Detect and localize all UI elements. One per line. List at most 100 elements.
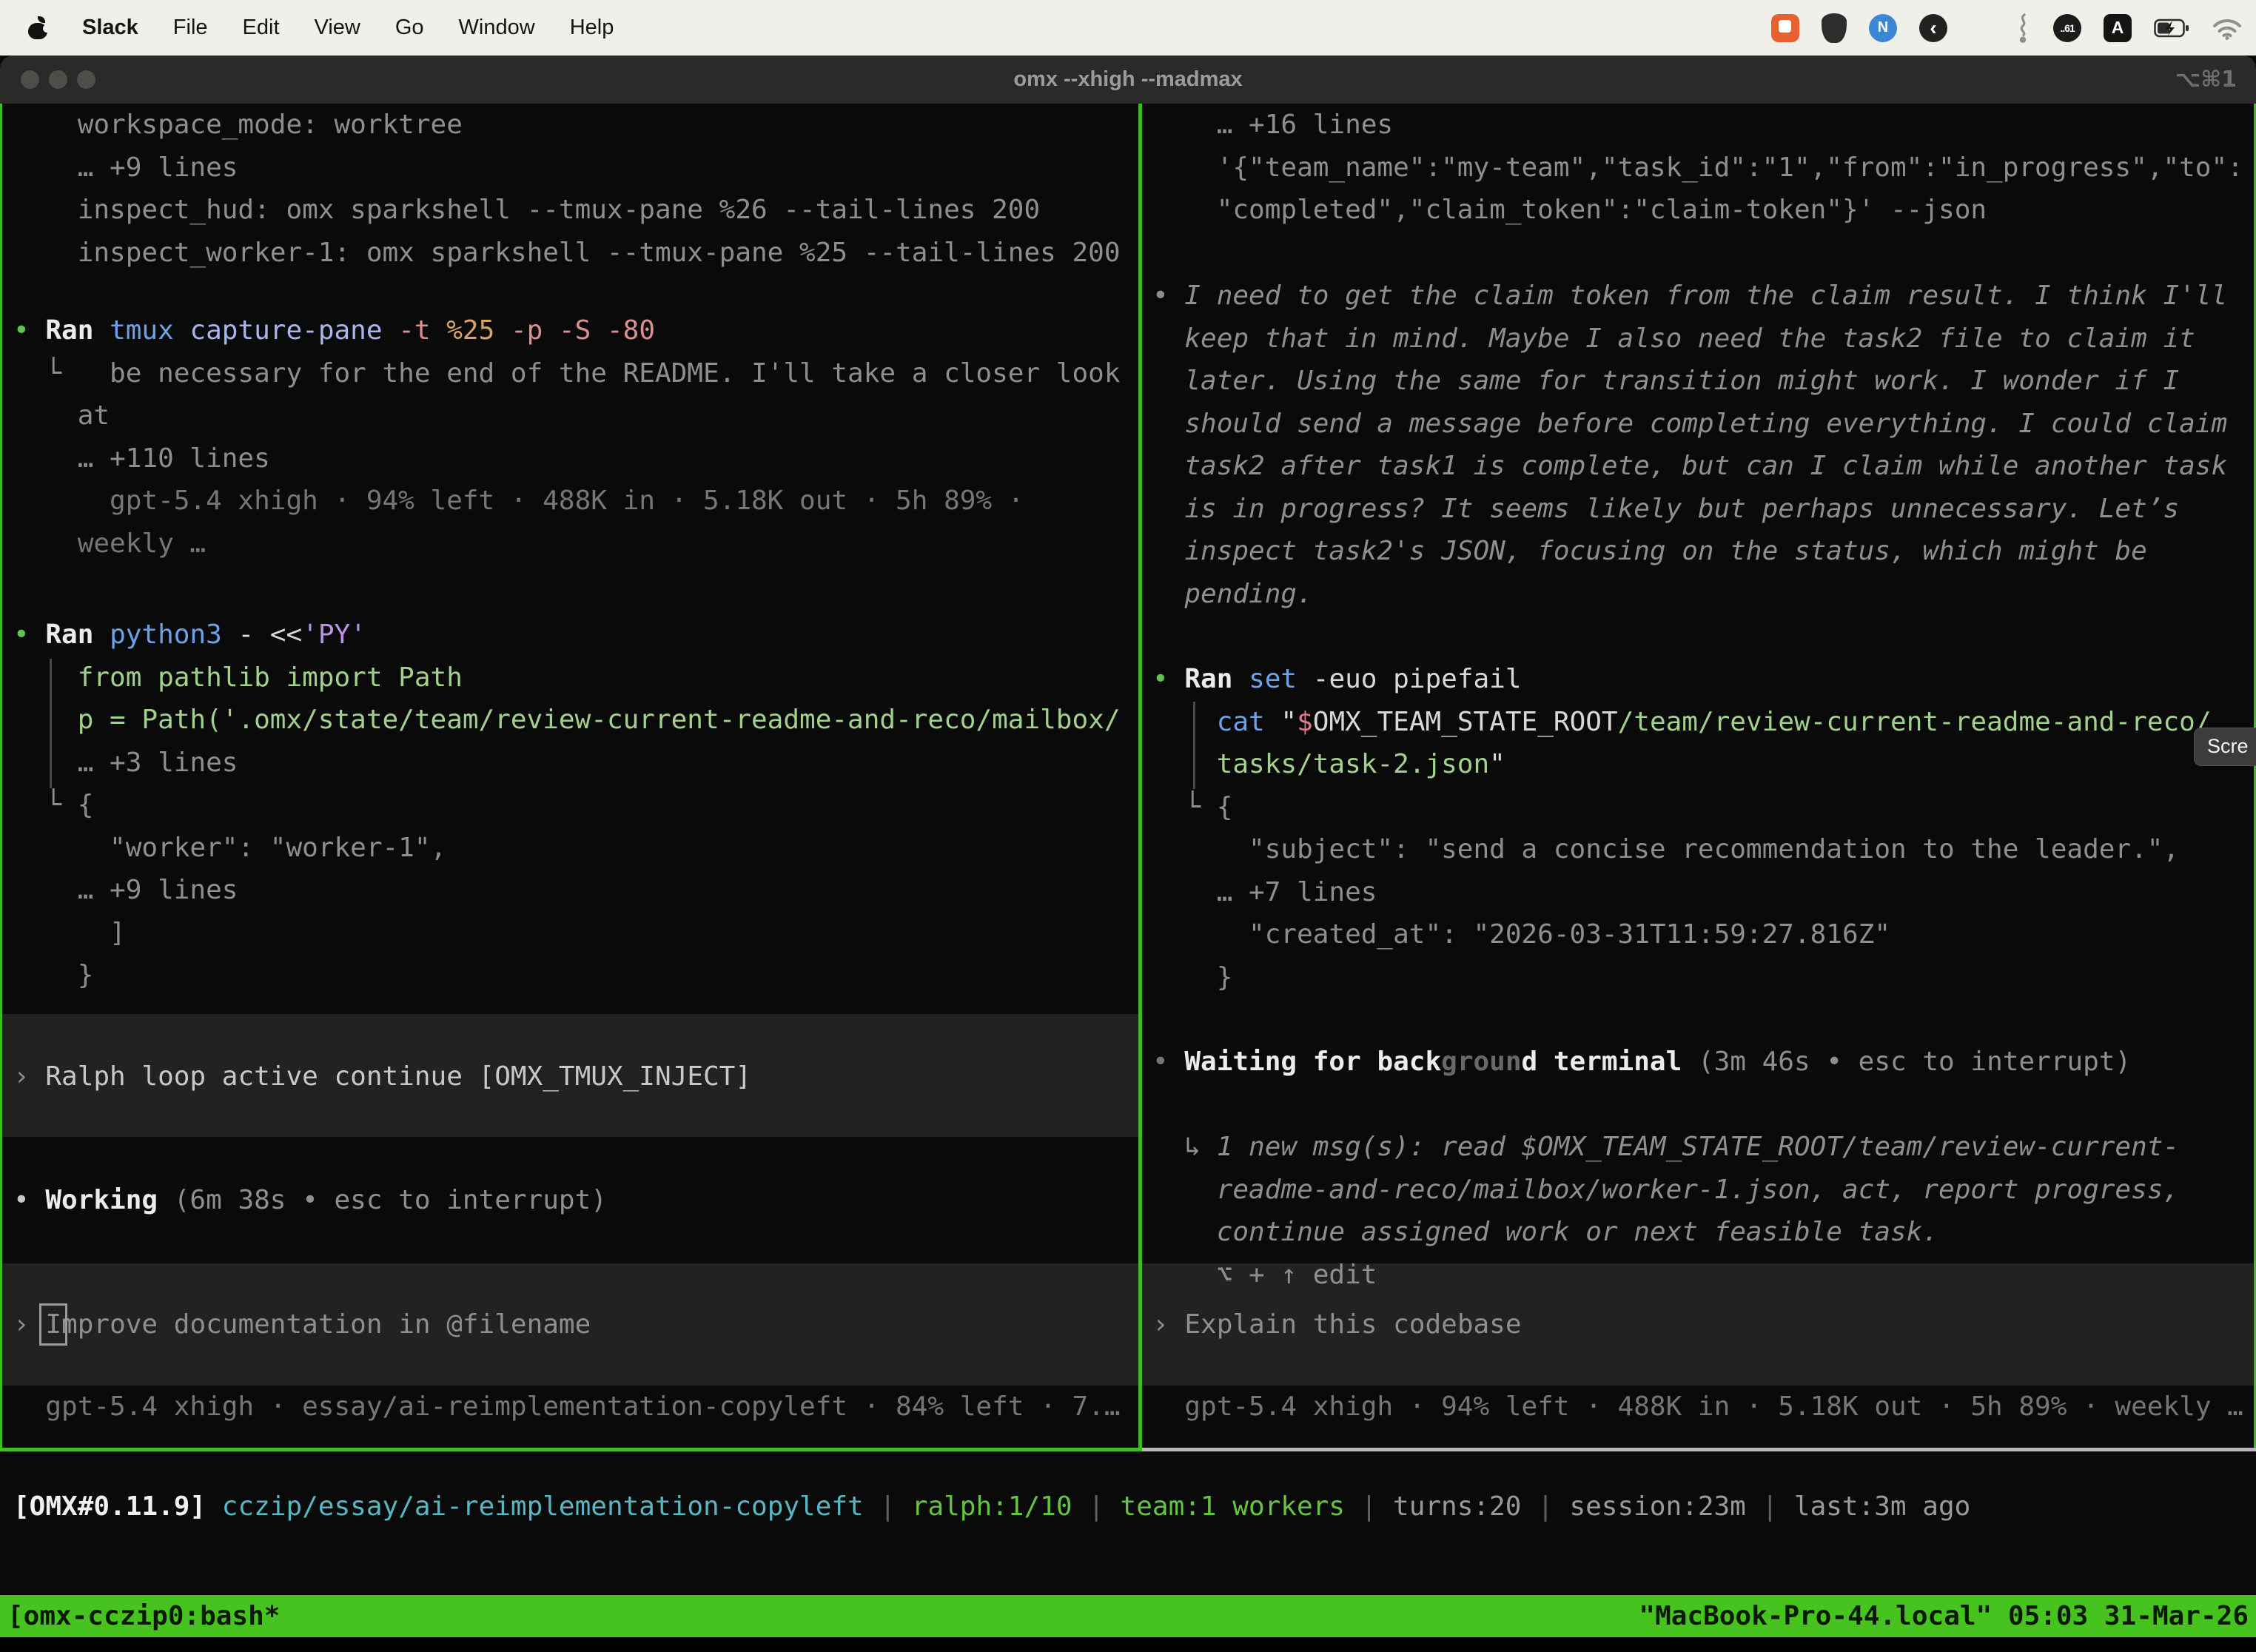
text-segment: | [1521,1491,1569,1522]
text-segment: [OMX#0.11.9] [13,1491,206,1522]
pane-divider[interactable] [1138,104,1142,1451]
text-segment: task2 after task1 is complete, but can I… [1152,451,2227,481]
text-segment: weekly … [13,528,206,559]
text-segment: cat [1217,707,1281,737]
terminal-line: at [13,394,110,437]
text-segment: … +110 lines [13,443,270,474]
text-segment: inspect_worker-1: omx sparkshell --tmux-… [13,238,1121,268]
text-segment: -t [398,315,446,346]
text-segment: Ran [1184,664,1249,694]
text-segment: (6m 38s • esc to interrupt) [174,1185,607,1215]
menu-edit[interactable]: Edit [243,16,280,40]
terminal-line: "subject": "send a concise recommendatio… [1152,828,2179,871]
text-segment: " [1489,749,1505,779]
a-square-icon[interactable]: A [2104,14,2132,42]
left-terminal-pane[interactable]: workspace_mode: worktree … +9 lines insp… [0,104,1138,1448]
text-segment: d terminal [1522,1047,1698,1077]
text-segment: gpt-5.4 xhigh · essay/ai-reimplementatio… [13,1391,1121,1422]
chat-app-icon[interactable] [1771,14,1799,42]
menu-window[interactable]: Window [459,16,535,40]
squiggle-icon[interactable] [2015,13,2031,44]
text-segment: Ralph loop active continue [OMX_TMUX_INJ… [45,1061,751,1092]
text-segment: /team/review-current-readme-and-reco/ [1618,707,2212,737]
shield-grid-icon[interactable] [1822,13,1847,43]
text-segment: '{"team_name":"my-team","task_id":"1","f… [1152,152,2243,183]
terminal-line: keep that in mind. Maybe I also need the… [1152,318,2195,360]
text-segment: └ { [1152,792,1232,822]
text-segment: $ [1297,707,1313,737]
omx-hud-status-line: [OMX#0.11.9] cczip/essay/ai-reimplementa… [13,1485,1970,1528]
text-segment: • [13,620,45,650]
terminal-line: task2 after task1 is complete, but can I… [1152,445,2227,488]
text-segment: (3m 46s • esc to interrupt) [1698,1047,2131,1077]
text-segment: • [1152,1047,1184,1077]
menu-app-name[interactable]: Slack [82,16,138,40]
text-segment: … +9 lines [13,875,238,905]
terminal-line: } [13,954,93,997]
text-segment: continue assigned work or next feasible … [1152,1217,1938,1247]
tmux-session-label: [omx-cczip0:bash* [7,1601,280,1631]
terminal-line: readme-and-reco/mailbox/worker-1.json, a… [1152,1169,2179,1212]
menu-help[interactable]: Help [570,16,614,40]
text-segment: readme-and-reco/mailbox/worker-1.json, a… [1152,1175,2179,1205]
right-terminal-pane[interactable]: … +16 lines '{"team_name":"my-team","tas… [1142,104,2256,1448]
text-segment: inspect task2's JSON, focusing on the st… [1152,536,2147,566]
terminal-line: inspect_hud: omx sparkshell --tmux-pane … [13,189,1040,232]
text-segment: mprove documentation in @filename [61,1309,591,1340]
terminal-line: } [1152,956,1232,999]
text-segment: Working [45,1185,173,1215]
badge-n-icon[interactable]: N [1869,14,1897,42]
pane-border-bottom-inactive [1142,1448,2256,1451]
menu-go[interactable]: Go [395,16,424,40]
text-segment: pending. [1152,579,1313,609]
text-segment: team:1 workers [1121,1491,1345,1522]
text-segment: cczip/essay/ai-reimplementation-copyleft [222,1491,864,1522]
text-segment [206,1491,222,1522]
text-segment: %25 [446,315,511,346]
battery-icon[interactable] [2154,18,2189,38]
text-segment: gpt-5.4 xhigh · 94% left · 488K in · 5.1… [13,486,1024,516]
text-segment [13,662,78,693]
terminal-line: • Working (6m 38s • esc to interrupt) [13,1179,607,1222]
menu-status-icons: N ‹ ..61 A [1771,13,2256,44]
dots-grid-icon[interactable] [1970,16,1993,39]
apple-menu-icon[interactable] [28,16,47,39]
text-segment: • [13,1185,45,1215]
text-segment: … +3 lines [13,748,238,778]
terminal-line: … +7 lines [1152,871,1377,914]
menu-bar: Slack File Edit View Go Window Help N ‹ … [0,0,2256,56]
terminal-line: '{"team_name":"my-team","task_id":"1","f… [1152,147,2243,189]
terminal-line: from pathlib import Path [13,657,463,699]
menu-items: Slack File Edit View Go Window Help [0,16,614,40]
text-segment: Explain this codebase [1184,1309,1521,1340]
terminal-line: continue assigned work or next feasible … [1152,1211,1938,1254]
terminal-line: gpt-5.4 xhigh · 94% left · 488K in · 5.1… [13,480,1024,523]
terminal-line: inspect_worker-1: omx sparkshell --tmux-… [13,232,1121,275]
text-segment: -p -S -80 [511,315,655,346]
wifi-icon[interactable] [2212,16,2243,40]
terminal-line: • Ran set -euo pipefail [1152,658,1522,701]
terminal-line: weekly … [13,523,206,565]
text-segment: at [13,400,110,431]
terminal-line: ↳ 1 new msg(s): read $OMX_TEAM_STATE_ROO… [1152,1126,2179,1169]
text-segment: } [13,960,93,990]
terminal-line: … +9 lines [13,147,238,189]
text-segment: capture-pane [189,315,398,346]
terminal-line: • Waiting for background terminal (3m 46… [1152,1041,2131,1084]
window-title-bar: omx --xhigh --madmax ⌥⌘1 [0,56,2256,104]
badge-61-icon[interactable]: ..61 [2053,14,2081,42]
text-segment: keep that in mind. Maybe I also need the… [1152,323,2195,354]
text-segment: last:3m ago [1794,1491,1970,1522]
menu-file[interactable]: File [173,16,208,40]
terminal-line: › Explain this codebase [1152,1303,1522,1346]
text-segment: python3 [110,620,238,650]
window-title: omx --xhigh --madmax [0,56,2256,104]
terminal-line: • Ran tmux capture-pane -t %25 -p -S -80 [13,309,655,352]
text-segment [13,705,78,735]
menu-view[interactable]: View [315,16,360,40]
text-segment: workspace_mode: worktree [13,110,463,140]
recorder-icon[interactable]: ‹ [1919,14,1947,42]
text-cursor: I [45,1309,61,1340]
text-segment: " [1280,707,1297,737]
text-segment: "completed","claim_token":"claim-token"}… [1152,195,1987,225]
